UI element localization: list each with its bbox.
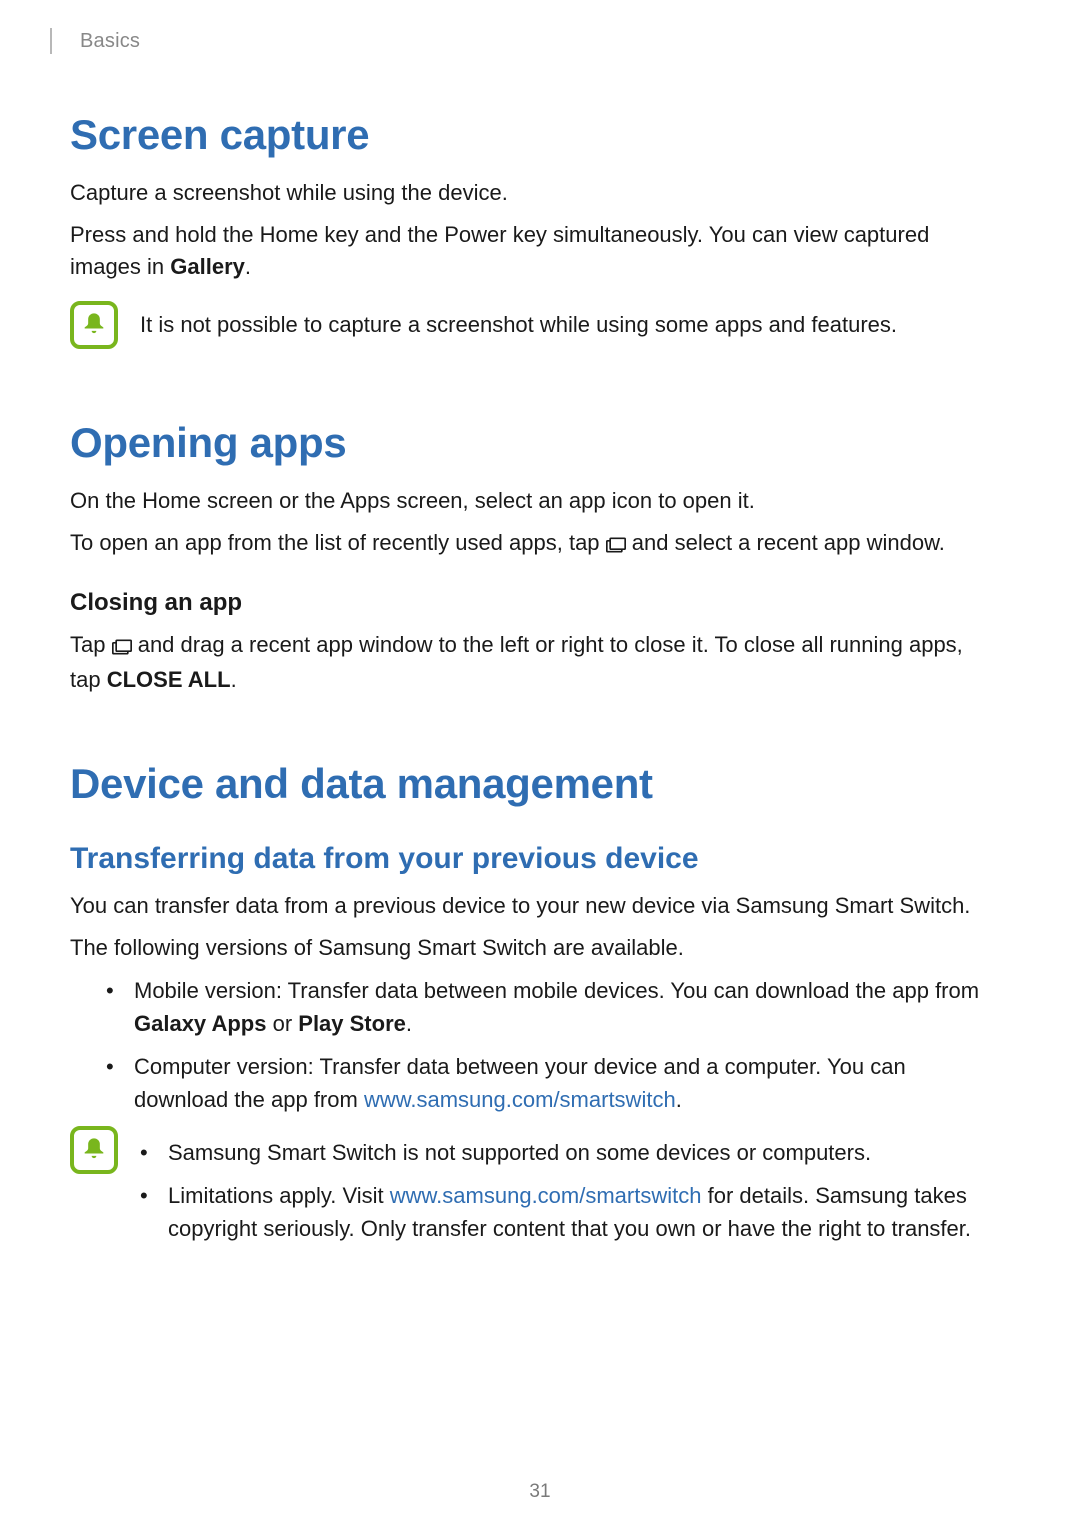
paragraph: On the Home screen or the Apps screen, s… (70, 485, 990, 517)
bullet-list: Mobile version: Transfer data between mo… (106, 974, 990, 1116)
paragraph: The following versions of Samsung Smart … (70, 932, 990, 964)
recent-apps-icon (112, 632, 132, 664)
note-callout: It is not possible to capture a screensh… (70, 301, 990, 349)
text: . (231, 667, 237, 692)
heading-device-data: Device and data management (70, 760, 990, 808)
header-rule (50, 28, 52, 54)
text: and select a recent app window. (626, 530, 945, 555)
text: . (245, 254, 251, 279)
breadcrumb: Basics (80, 30, 990, 53)
note-callout: Samsung Smart Switch is not supported on… (70, 1126, 990, 1255)
text-bold: Gallery (170, 254, 245, 279)
text: Mobile version: Transfer data between mo… (134, 978, 979, 1003)
paragraph: You can transfer data from a previous de… (70, 890, 990, 922)
text-bold: Play Store (298, 1011, 406, 1036)
subheading-transferring: Transferring data from your previous dev… (70, 842, 990, 876)
recent-apps-icon (606, 530, 626, 562)
list-item: Computer version: Transfer data between … (106, 1050, 990, 1116)
text: Tap (70, 632, 112, 657)
link-smartswitch[interactable]: www.samsung.com/smartswitch (364, 1087, 676, 1112)
list-item: Mobile version: Transfer data between mo… (106, 974, 990, 1040)
note-bell-icon (70, 1126, 118, 1174)
text: Limitations apply. Visit (168, 1183, 390, 1208)
text: or (266, 1011, 298, 1036)
paragraph: To open an app from the list of recently… (70, 527, 990, 562)
list-item: Limitations apply. Visit www.samsung.com… (140, 1179, 990, 1245)
link-smartswitch[interactable]: www.samsung.com/smartswitch (390, 1183, 702, 1208)
text-bold: Galaxy Apps (134, 1011, 266, 1036)
manual-page: Basics Screen capture Capture a screensh… (0, 0, 1080, 1527)
note-text: It is not possible to capture a screensh… (140, 301, 897, 341)
paragraph: Press and hold the Home key and the Powe… (70, 219, 990, 283)
text: . (406, 1011, 412, 1036)
text: To open an app from the list of recently… (70, 530, 606, 555)
list-item: Samsung Smart Switch is not supported on… (140, 1136, 990, 1169)
subheading-closing-app: Closing an app (70, 589, 990, 617)
note-bullet-list: Samsung Smart Switch is not supported on… (140, 1136, 990, 1245)
text: . (676, 1087, 682, 1112)
note-bell-icon (70, 301, 118, 349)
heading-opening-apps: Opening apps (70, 419, 990, 467)
heading-screen-capture: Screen capture (70, 111, 990, 159)
paragraph: Tap and drag a recent app window to the … (70, 629, 990, 696)
text-bold: CLOSE ALL (107, 667, 231, 692)
page-number: 31 (0, 1481, 1080, 1503)
paragraph: Capture a screenshot while using the dev… (70, 177, 990, 209)
